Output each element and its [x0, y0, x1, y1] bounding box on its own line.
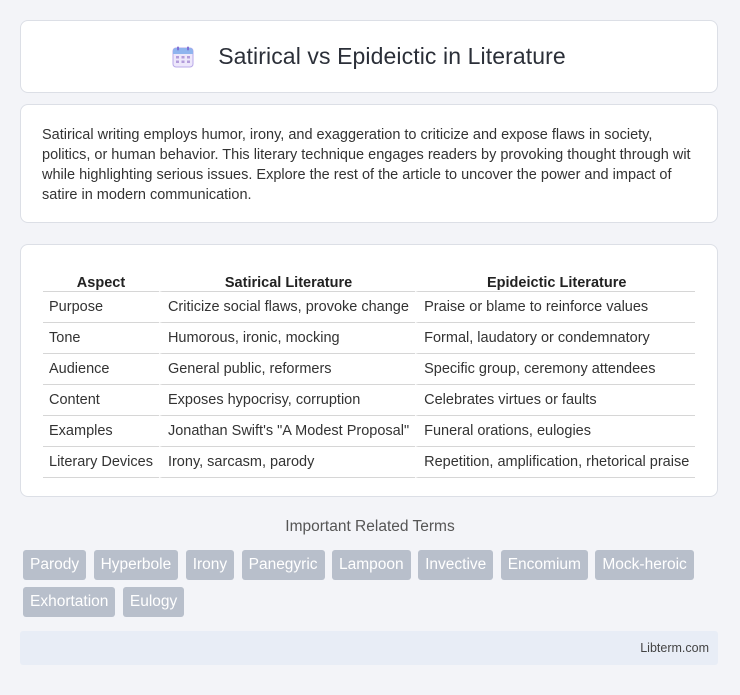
- table-row: Examples Jonathan Swift's "A Modest Prop…: [43, 416, 696, 447]
- related-terms-tags: Parody Hyperbole Irony Panegyric Lampoon…: [23, 550, 723, 624]
- header-satirical: Satirical Literature: [158, 265, 416, 292]
- cell-aspect: Examples: [43, 416, 159, 447]
- header-epideictic: Epideictic Literature: [415, 265, 696, 292]
- page-title: Satirical vs Epideictic in Literature: [218, 43, 566, 69]
- tag-encomium[interactable]: Encomium: [500, 550, 588, 580]
- cell-epideictic: Funeral orations, eulogies: [415, 416, 696, 447]
- intro-card: Satirical writing employs humor, irony, …: [20, 104, 718, 223]
- tag-parody[interactable]: Parody: [23, 550, 87, 580]
- title-card: Satirical vs Epideictic in Literature: [20, 20, 718, 93]
- tag-panegyric[interactable]: Panegyric: [241, 550, 325, 580]
- tag-lampoon[interactable]: Lampoon: [332, 550, 411, 580]
- cell-epideictic: Celebrates virtues or faults: [415, 385, 696, 416]
- comparison-table: Aspect Satirical Literature Epideictic L…: [43, 265, 696, 478]
- table-row: Audience General public, reformers Speci…: [43, 354, 696, 385]
- header-aspect: Aspect: [43, 265, 159, 292]
- cell-aspect: Content: [43, 385, 159, 416]
- tag-mock-heroic[interactable]: Mock-heroic: [595, 550, 694, 580]
- related-terms-title: Important Related Terms: [285, 518, 455, 535]
- table-header-row: Aspect Satirical Literature Epideictic L…: [43, 265, 696, 292]
- table-row: Content Exposes hypocrisy, corruption Ce…: [43, 385, 696, 416]
- cell-epideictic: Praise or blame to reinforce values: [415, 292, 696, 323]
- cell-satirical: Humorous, ironic, mocking: [158, 323, 416, 354]
- cell-epideictic: Specific group, ceremony attendees: [415, 354, 696, 385]
- table-row: Literary Devices Irony, sarcasm, parody …: [43, 447, 696, 478]
- cell-aspect: Tone: [43, 323, 159, 354]
- cell-satirical: Irony, sarcasm, parody: [158, 447, 416, 478]
- footer-site-link[interactable]: Libterm.com: [640, 641, 709, 655]
- cell-satirical: General public, reformers: [158, 354, 416, 385]
- cell-satirical: Exposes hypocrisy, corruption: [158, 385, 416, 416]
- cell-satirical: Criticize social flaws, provoke change: [158, 292, 416, 323]
- cell-aspect: Audience: [43, 354, 159, 385]
- intro-text: Satirical writing employs humor, irony, …: [42, 127, 691, 203]
- cell-aspect: Purpose: [43, 292, 159, 323]
- cell-aspect: Literary Devices: [43, 447, 159, 478]
- tag-invective[interactable]: Invective: [418, 550, 494, 580]
- cell-epideictic: Repetition, amplification, rhetorical pr…: [415, 447, 696, 478]
- tag-exhortation[interactable]: Exhortation: [23, 587, 116, 617]
- footer: Libterm.com: [20, 631, 718, 665]
- calendar-icon: [172, 46, 194, 68]
- table-row: Purpose Criticize social flaws, provoke …: [43, 292, 696, 323]
- tag-eulogy[interactable]: Eulogy: [122, 587, 185, 617]
- cell-epideictic: Formal, laudatory or condemnatory: [415, 323, 696, 354]
- cell-satirical: Jonathan Swift's "A Modest Proposal": [158, 416, 416, 447]
- table-row: Tone Humorous, ironic, mocking Formal, l…: [43, 323, 696, 354]
- comparison-table-card: Aspect Satirical Literature Epideictic L…: [20, 244, 718, 497]
- tag-hyperbole[interactable]: Hyperbole: [93, 550, 179, 580]
- tag-irony[interactable]: Irony: [185, 550, 235, 580]
